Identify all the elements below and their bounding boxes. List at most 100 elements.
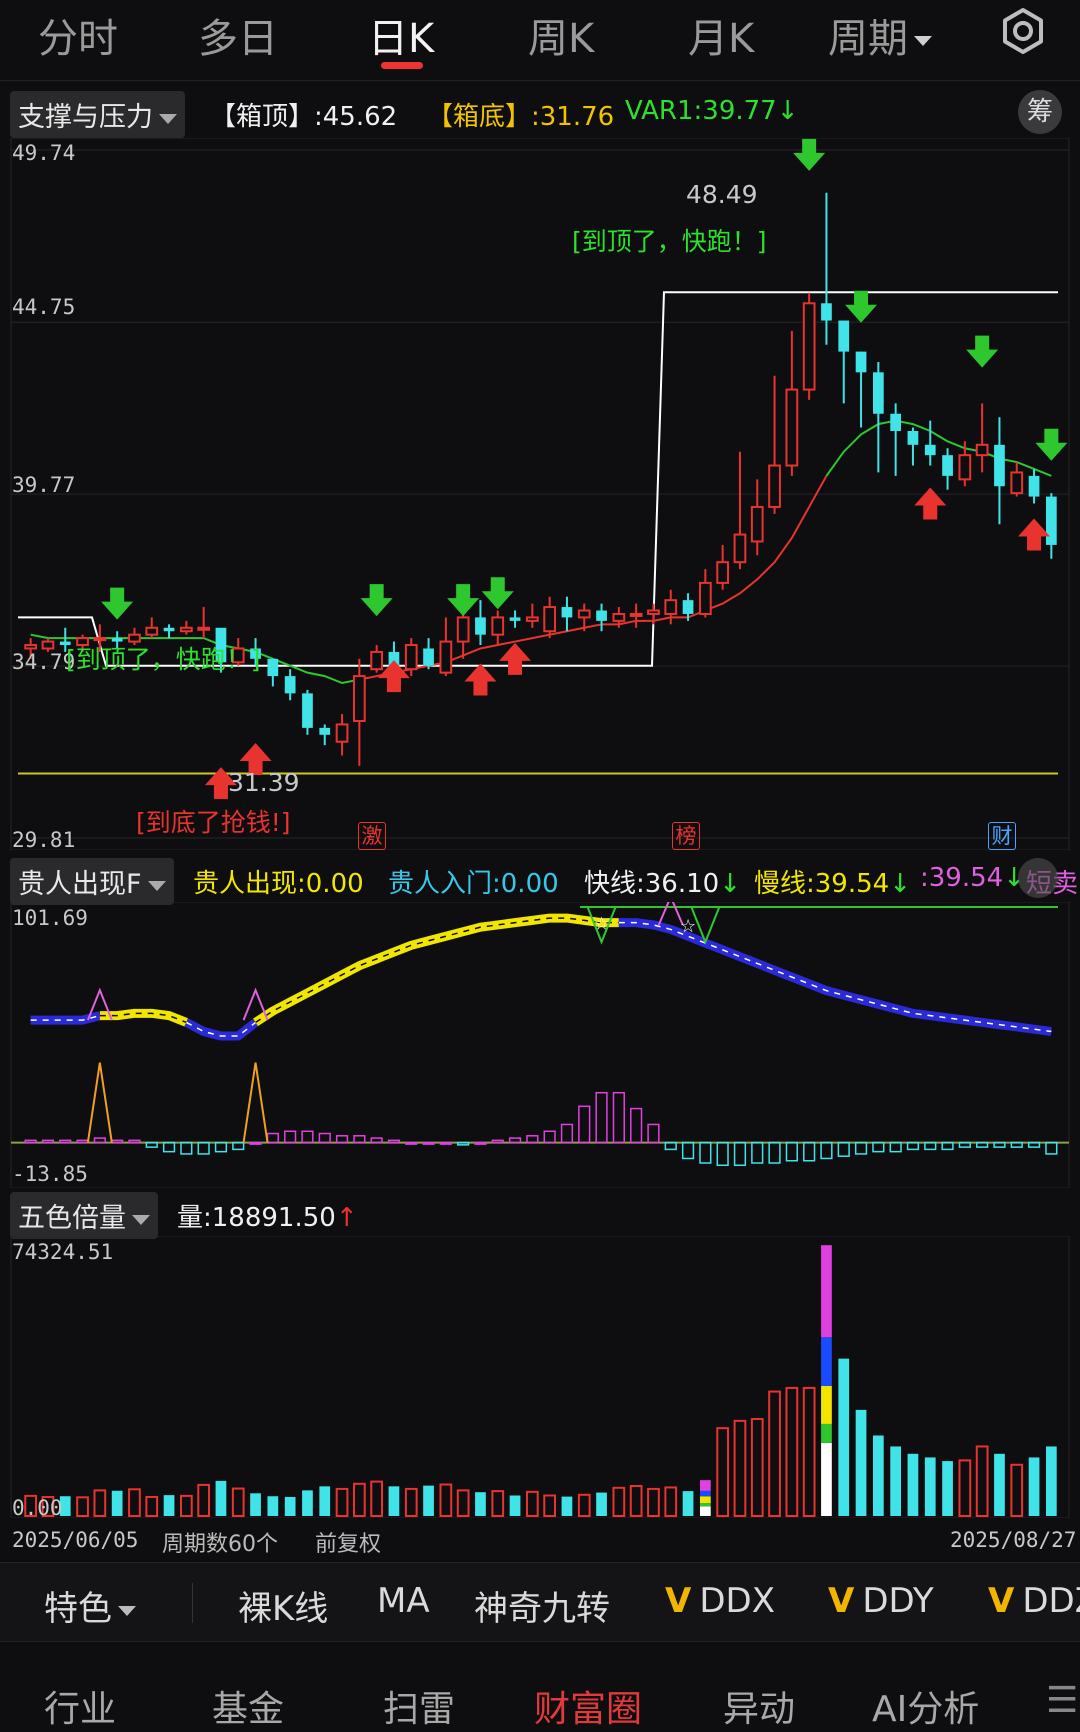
guiren-value: 贵人出现:0.00 [193,869,364,899]
nav-minesweep[interactable]: 扫雷 [383,1680,455,1732]
volume-bar-down [682,1491,694,1516]
candle-body-up [525,616,539,622]
tab-monthly-k[interactable]: 月K [688,6,754,64]
tab-period-label: 周期 [828,16,908,62]
candle-body-up [439,640,453,674]
volume-bar-up [197,1483,211,1518]
hist-bar [681,1141,695,1160]
box-line [18,291,1058,667]
tab-intraday[interactable]: 分时 [38,6,118,64]
hist-bar [941,1141,954,1151]
buy-arrow-icon [1018,518,1051,551]
toolbar-ddz[interactable]: VDDZ [988,1581,1080,1621]
down-arrow-icon: ↓ [889,869,911,899]
candle-body-up [716,561,730,584]
chevron-down-icon [914,36,932,46]
fast-line-ribbon [253,913,619,1027]
hist-bar [543,1130,556,1144]
candle-body-up [543,606,557,633]
sell-arrow-icon [845,290,878,323]
volume-bar-up [128,1488,141,1517]
nav-fund[interactable]: 基金 [212,1680,284,1732]
volume-bar-down [838,1358,850,1516]
indicator2-select[interactable]: 贵人出现F [10,858,174,905]
tab-multi-day[interactable]: 多日 [198,6,278,64]
toolbar-ddy[interactable]: V DDY [828,1581,934,1621]
candle-body-down [907,430,919,445]
candlestick-chart[interactable] [0,138,1080,850]
volume-bar-up [716,1427,730,1517]
v-badge-icon: V [665,1581,692,1621]
hist-bar [647,1123,660,1144]
hist-bar [318,1132,331,1144]
toolbar-divider [192,1583,193,1623]
tab-weekly-k[interactable]: 周K [528,6,594,64]
badge-ji[interactable]: 激 [358,822,386,850]
hist-bar [335,1135,349,1144]
toolbar-bare-k[interactable]: 裸K线 [238,1581,328,1630]
volume-bar-up [370,1480,384,1517]
candle-body-up [41,640,55,650]
hist-bar [128,1139,141,1144]
volume-bar-down [924,1457,936,1516]
candle-body-up [24,644,38,650]
candle-body-up [785,388,799,467]
tab-period-dropdown[interactable]: 周期 [828,6,932,64]
orange-signal-triangle [242,1062,269,1143]
indicator2-chart[interactable]: ☆ ☆ [0,902,1080,1188]
candle-body-down [302,693,313,728]
hist-bar [93,1137,106,1144]
candle-body-up [802,302,816,391]
indicator3-select[interactable]: 五色倍量 [10,1192,158,1239]
special-dropdown[interactable]: 特色 [44,1581,136,1630]
volume-bar-up [1010,1463,1024,1517]
hist-bar [405,1141,418,1145]
up-arrow-icon: ↑ [335,1203,358,1233]
hist-bar [889,1141,902,1153]
main-indicator-select[interactable]: 支撑与压力 [10,91,185,138]
badge-bang[interactable]: 榜 [672,822,700,850]
hist-bar [924,1141,937,1151]
sell-arrow-icon [793,138,826,171]
nav-industry[interactable]: 行业 [44,1680,116,1732]
volume-bar-up [543,1494,557,1517]
gear-icon[interactable] [998,6,1048,56]
toolbar-ddx[interactable]: V DDX [665,1581,775,1621]
tab-daily-k[interactable]: 日K [368,6,434,64]
nav-ai-analysis[interactable]: AI分析 [872,1680,979,1732]
hist-bar [526,1135,539,1144]
hist-bar [508,1137,522,1144]
candle-body-down [319,727,331,735]
badge-cai[interactable]: 财 [988,822,1016,850]
fast-line-ribbon [618,918,1052,1036]
volume-chart[interactable] [0,1236,1080,1518]
volume-bar-down [475,1492,486,1516]
candle-body-up [370,650,384,671]
adjust-mode[interactable]: 前复权 [315,1526,381,1558]
chevron-down-icon [132,1214,150,1225]
toolbar-magic-nine[interactable]: 神奇九转 [474,1581,610,1630]
toolbar-ma[interactable]: MA [377,1581,430,1621]
hist-bar [768,1141,781,1164]
volume-bar-down [111,1490,123,1516]
nav-movement[interactable]: 异动 [723,1680,795,1732]
candle-body-up [179,626,193,633]
indicator2-label: 贵人出现F [18,869,142,900]
hist-bar [180,1141,193,1155]
volume-bar-down [250,1493,261,1516]
star-icon: ☆ [680,916,696,936]
volume-bar-up [179,1494,193,1517]
volume-value: 量:18891.50↑ [177,1197,358,1234]
chip-distribution-button[interactable]: 筹 [1018,90,1062,134]
volume-bar-up [958,1459,972,1518]
volume-bar-down [163,1495,175,1516]
sell-arrow-icon [101,587,134,620]
vol-y-min: 0.00 [12,1496,63,1520]
candle-body-up [733,533,747,564]
volume-bar-multi [699,1480,711,1491]
volume-bar-up [975,1445,989,1518]
nav-wealth-circle[interactable]: 财富圈 [534,1680,642,1732]
volume-bar-up [768,1390,781,1517]
menu-icon[interactable]: ☰ [1046,1680,1080,1721]
indicator2-overlay-button[interactable] [1018,858,1058,898]
